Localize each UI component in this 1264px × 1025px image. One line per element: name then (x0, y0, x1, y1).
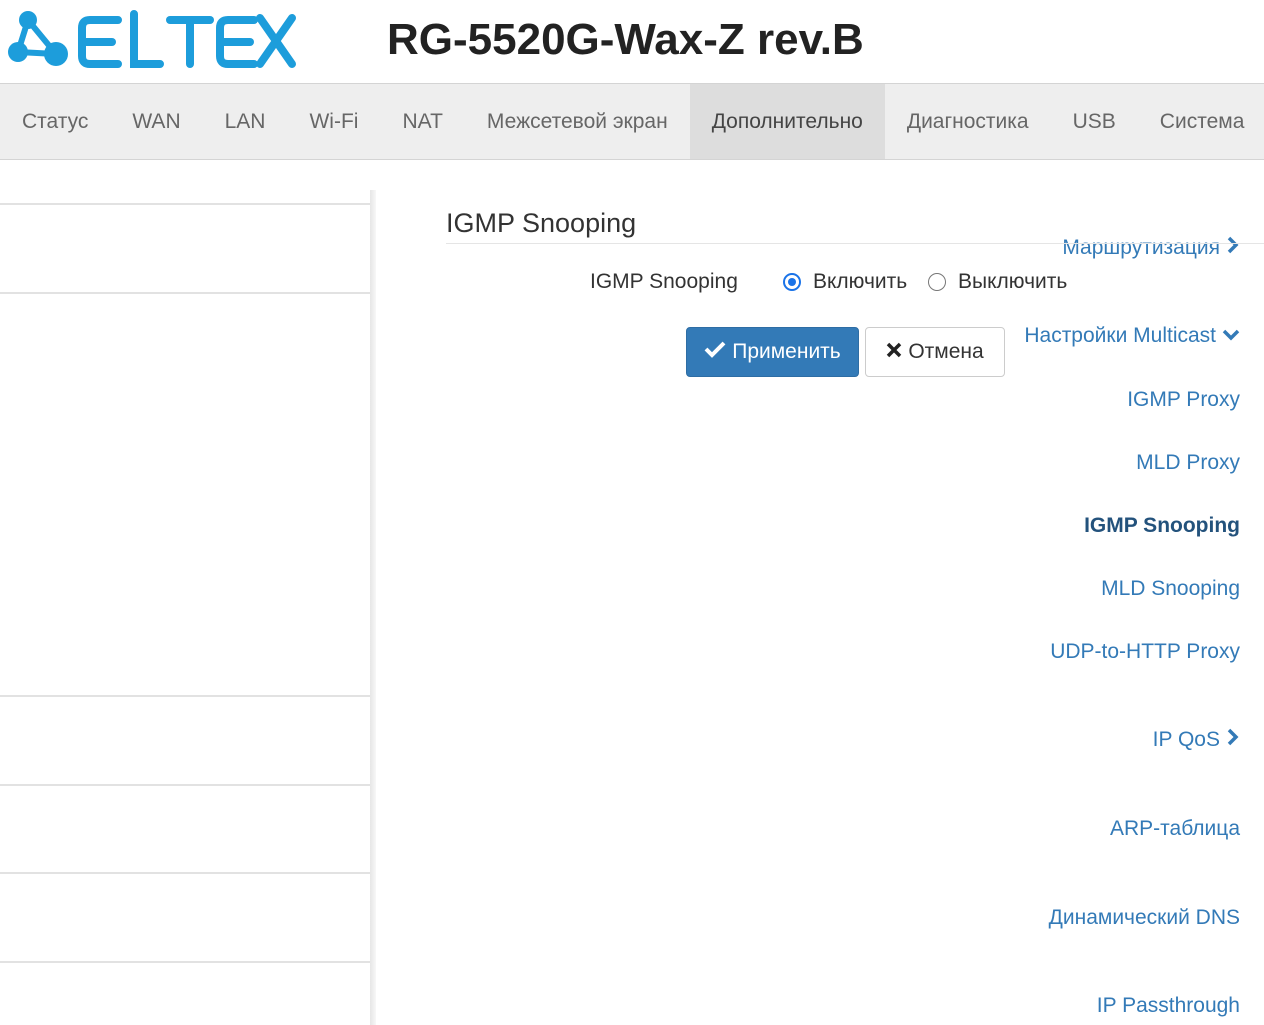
sidebar-divider (0, 784, 370, 786)
logo-wordmark-icon (78, 10, 296, 68)
chevron-right-icon (1226, 236, 1240, 260)
sidebar-item-multicast[interactable]: Настройки Multicast (1024, 324, 1240, 348)
sidebar-item-routing[interactable]: Маршрутизация (1062, 236, 1240, 260)
tab-system[interactable]: Система (1138, 84, 1264, 159)
sidebar-divider (0, 695, 370, 697)
chevron-down-icon (1222, 324, 1240, 348)
sidebar-item-udp-to-http-proxy[interactable]: UDP-to-HTTP Proxy (1050, 640, 1240, 664)
sidebar-item-label: IP QoS (1152, 728, 1220, 751)
page-title: IGMP Snooping (446, 208, 637, 238)
tab-diagnostics[interactable]: Диагностика (885, 84, 1051, 159)
cancel-button[interactable]: Отмена (865, 327, 1005, 377)
sidebar-divider (0, 203, 370, 205)
enable-radio[interactable] (783, 273, 801, 291)
cancel-button-label: Отмена (908, 340, 984, 363)
device-title: RG-5520G-Wax-Z rev.B (387, 15, 864, 64)
apply-button[interactable]: Применить (686, 327, 859, 377)
sidebar-item-label: Маршрутизация (1062, 236, 1220, 259)
sidebar-item-label: Настройки Multicast (1024, 324, 1216, 347)
sidebar-separator (370, 190, 376, 1025)
tab-wan[interactable]: WAN (110, 84, 202, 159)
sidebar-divider (0, 961, 370, 963)
title-divider (446, 243, 1264, 244)
tab-nat[interactable]: NAT (380, 84, 464, 159)
enable-radio-label[interactable]: Включить (813, 270, 907, 294)
logo-wordmark (78, 8, 298, 72)
sidebar-item-igmp-snooping[interactable]: IGMP Snooping (1084, 514, 1240, 538)
close-icon (886, 340, 902, 364)
eltex-logo[interactable] (6, 6, 296, 70)
sidebar (0, 160, 372, 1025)
sidebar-divider (0, 872, 370, 874)
tab-status[interactable]: Статус (0, 84, 110, 159)
sidebar-item-ip-qos[interactable]: IP QoS (1153, 728, 1240, 752)
tab-advanced[interactable]: Дополнительно (689, 84, 885, 159)
sidebar-item-igmp-proxy[interactable]: IGMP Proxy (1127, 388, 1240, 412)
logo-network-icon (8, 11, 68, 66)
apply-button-label: Применить (732, 340, 841, 363)
tab-wifi[interactable]: Wi-Fi (287, 84, 380, 159)
top-navigation: Статус WAN LAN Wi-Fi NAT Межсетевой экра… (0, 83, 1264, 160)
sidebar-divider (0, 292, 370, 294)
disable-radio-label[interactable]: Выключить (958, 270, 1067, 294)
tab-lan[interactable]: LAN (203, 84, 288, 159)
tab-firewall[interactable]: Межсетевой экран (465, 84, 690, 159)
igmp-snooping-label: IGMP Snooping (590, 270, 738, 293)
sidebar-item-mld-snooping[interactable]: MLD Snooping (1101, 577, 1240, 601)
sidebar-item-mld-proxy[interactable]: MLD Proxy (1136, 451, 1240, 475)
header: RG-5520G-Wax-Z rev.B (0, 0, 1264, 84)
disable-radio[interactable] (928, 273, 946, 291)
tab-usb[interactable]: USB (1051, 84, 1138, 159)
sidebar-item-arp-table[interactable]: ARP-таблица (1110, 817, 1240, 841)
chevron-right-icon (1226, 728, 1240, 752)
checkmark-icon (704, 340, 726, 364)
sidebar-item-ip-passthrough[interactable]: IP Passthrough (1097, 994, 1240, 1018)
sidebar-item-dynamic-dns[interactable]: Динамический DNS (1049, 906, 1240, 930)
